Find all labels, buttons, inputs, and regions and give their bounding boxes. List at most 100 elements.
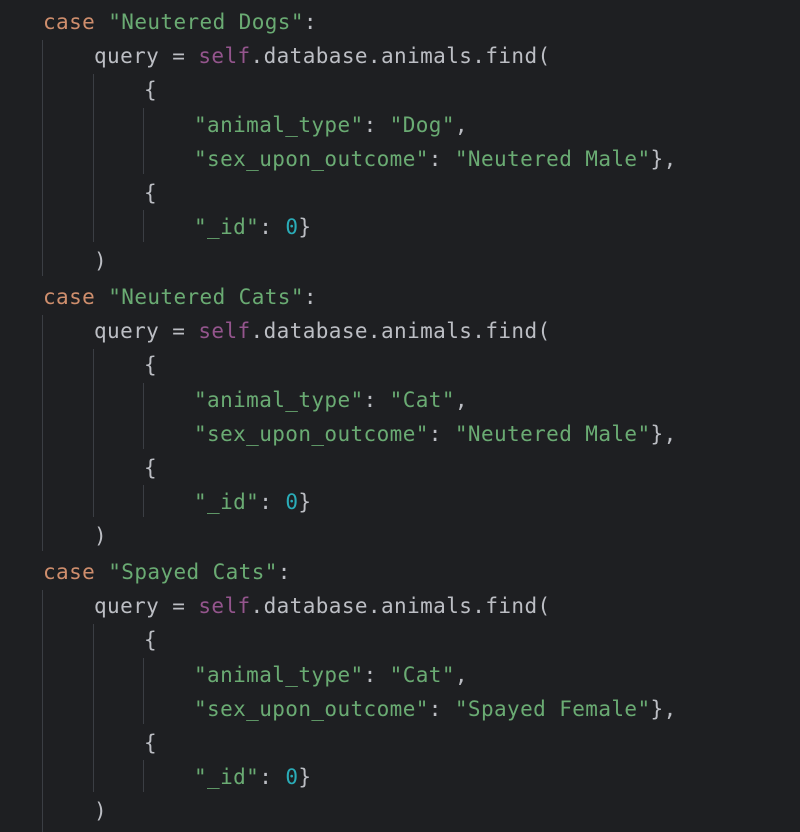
- animal-type-value: "Dog": [389, 113, 455, 137]
- animal-type-value: "Cat": [389, 388, 455, 412]
- colon: :: [428, 147, 455, 171]
- animal-type-key: "animal_type": [194, 113, 364, 137]
- id-key: "_id": [194, 215, 260, 239]
- query-variable: query: [94, 319, 160, 343]
- open-brace: {: [144, 628, 158, 652]
- code-line[interactable]: ): [94, 794, 107, 828]
- animal-type-value: "Cat": [389, 663, 455, 687]
- code-line[interactable]: "_id": 0}: [194, 210, 311, 244]
- case-colon: :: [303, 10, 317, 34]
- code-line[interactable]: "sex_upon_outcome": "Spayed Female"},: [194, 692, 677, 726]
- sex-value: "Spayed Female": [454, 697, 651, 721]
- colon: :: [259, 765, 286, 789]
- indent-guide: [143, 383, 144, 449]
- assign-operator: =: [159, 319, 199, 343]
- close-brace-comma: },: [650, 697, 677, 721]
- sex-key: "sex_upon_outcome": [194, 697, 429, 721]
- code-line[interactable]: {: [144, 451, 157, 485]
- self-keyword: self: [198, 319, 251, 343]
- open-brace: {: [144, 456, 158, 480]
- close-brace: }: [298, 215, 312, 239]
- indent-guide: [93, 624, 94, 792]
- code-line[interactable]: ): [94, 519, 107, 553]
- code-line[interactable]: ): [94, 244, 107, 278]
- assign-operator: =: [159, 44, 199, 68]
- close-brace: }: [298, 765, 312, 789]
- case-keyword: case: [43, 560, 96, 584]
- code-line[interactable]: {: [144, 348, 157, 382]
- case-keyword: case: [43, 10, 96, 34]
- code-line[interactable]: query = self.database.animals.find(: [94, 314, 551, 348]
- id-value: 0: [285, 490, 299, 514]
- code-line[interactable]: case "Neutered Cats":: [43, 280, 317, 314]
- code-line[interactable]: "sex_upon_outcome": "Neutered Male"},: [194, 417, 677, 451]
- colon: :: [259, 215, 286, 239]
- colon: :: [363, 388, 390, 412]
- case-value: "Spayed Cats": [108, 560, 278, 584]
- indent-guide: [143, 658, 144, 724]
- sex-value: "Neutered Male": [454, 147, 651, 171]
- animal-type-key: "animal_type": [194, 388, 364, 412]
- indent-guide: [42, 40, 43, 276]
- self-keyword: self: [198, 594, 251, 618]
- case-colon: :: [303, 285, 317, 309]
- sex-value: "Neutered Male": [454, 422, 651, 446]
- open-brace: {: [144, 78, 158, 102]
- indent-guide: [143, 760, 144, 792]
- close-paren: ): [94, 249, 108, 273]
- comma: ,: [454, 113, 468, 137]
- comma: ,: [454, 663, 468, 687]
- close-paren: ): [94, 799, 108, 823]
- self-keyword: self: [198, 44, 251, 68]
- id-key: "_id": [194, 765, 260, 789]
- colon: :: [259, 490, 286, 514]
- code-line[interactable]: "_id": 0}: [194, 760, 311, 794]
- find-call: .database.animals.find(: [250, 594, 551, 618]
- id-key: "_id": [194, 490, 260, 514]
- sex-key: "sex_upon_outcome": [194, 422, 429, 446]
- indent-guide: [143, 210, 144, 242]
- code-line[interactable]: {: [144, 726, 157, 760]
- indent-guide: [93, 74, 94, 242]
- close-brace: }: [298, 490, 312, 514]
- find-call: .database.animals.find(: [250, 319, 551, 343]
- comma: ,: [454, 388, 468, 412]
- indent-guide: [93, 349, 94, 517]
- code-line[interactable]: {: [144, 176, 157, 210]
- case-value: "Neutered Cats": [108, 285, 304, 309]
- indent-guide: [143, 485, 144, 517]
- code-editor[interactable]: case "Neutered Dogs": query = self.datab…: [0, 0, 800, 832]
- open-brace: {: [144, 181, 158, 205]
- code-line[interactable]: "sex_upon_outcome": "Neutered Male"},: [194, 142, 677, 176]
- case-value: "Neutered Dogs": [108, 10, 304, 34]
- open-brace: {: [144, 353, 158, 377]
- code-line[interactable]: query = self.database.animals.find(: [94, 589, 551, 623]
- query-variable: query: [94, 594, 160, 618]
- code-line[interactable]: case "Spayed Cats":: [43, 555, 291, 589]
- close-paren: ): [94, 524, 108, 548]
- colon: :: [363, 113, 390, 137]
- indent-guide: [42, 315, 43, 551]
- case-colon: :: [277, 560, 291, 584]
- case-keyword: case: [43, 285, 96, 309]
- id-value: 0: [285, 765, 299, 789]
- code-line[interactable]: "animal_type": "Dog",: [194, 108, 468, 142]
- colon: :: [363, 663, 390, 687]
- open-brace: {: [144, 731, 158, 755]
- animal-type-key: "animal_type": [194, 663, 364, 687]
- indent-guide: [42, 590, 43, 832]
- code-line[interactable]: "_id": 0}: [194, 485, 311, 519]
- find-call: .database.animals.find(: [250, 44, 551, 68]
- assign-operator: =: [159, 594, 199, 618]
- close-brace-comma: },: [650, 422, 677, 446]
- code-line[interactable]: {: [144, 623, 157, 657]
- colon: :: [428, 697, 455, 721]
- code-line[interactable]: case "Neutered Dogs":: [43, 5, 317, 39]
- colon: :: [428, 422, 455, 446]
- code-line[interactable]: query = self.database.animals.find(: [94, 39, 551, 73]
- query-variable: query: [94, 44, 160, 68]
- id-value: 0: [285, 215, 299, 239]
- code-line[interactable]: "animal_type": "Cat",: [194, 383, 468, 417]
- code-line[interactable]: {: [144, 73, 157, 107]
- code-line[interactable]: "animal_type": "Cat",: [194, 658, 468, 692]
